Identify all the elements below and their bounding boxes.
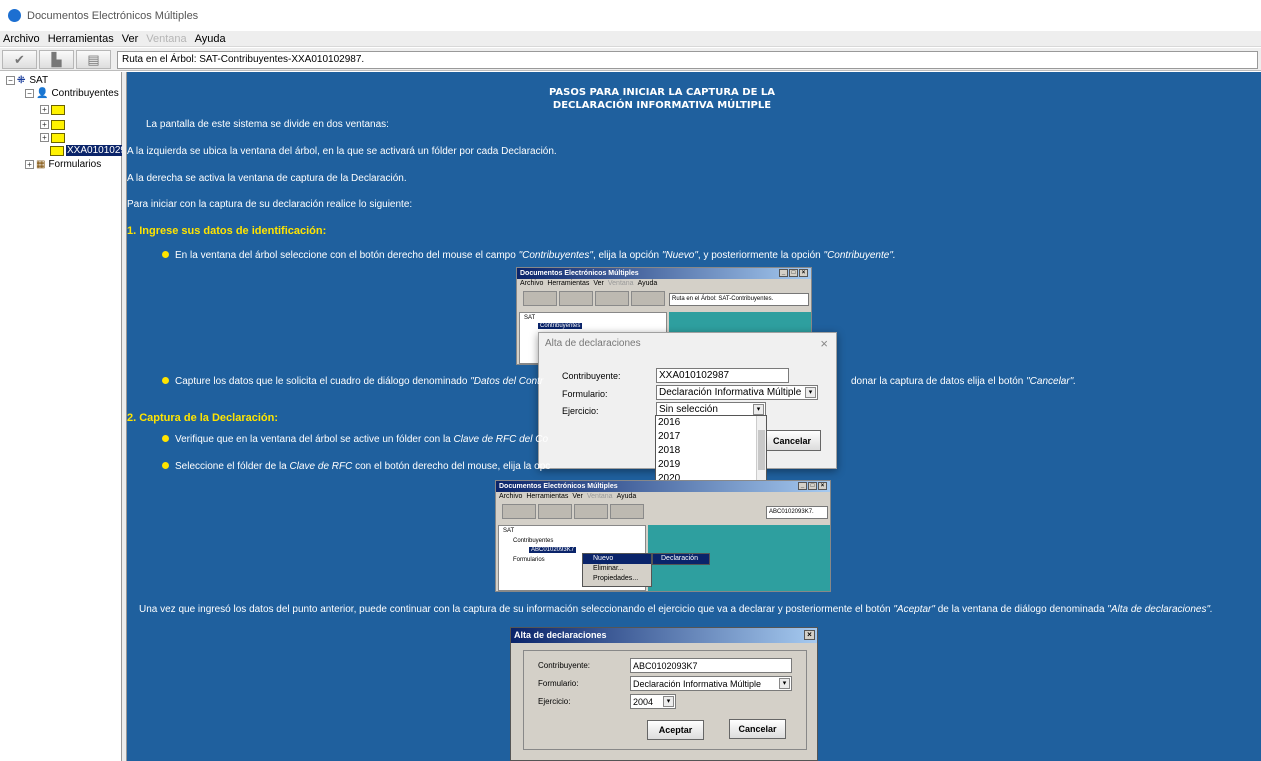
- tree-label-formularios: Formularios: [48, 159, 102, 170]
- formulario-select[interactable]: Declaración Informativa Múltiple ▾: [656, 385, 818, 400]
- year-option[interactable]: 2017: [656, 430, 766, 444]
- mini-path: Ruta en el Árbol: SAT-Contribuyentes.: [669, 293, 809, 306]
- window-titlebar: Documentos Electrónicos Múltiples: [0, 0, 1261, 31]
- mini-menubar: Archivo Herramientas Ver Ventana Ayuda: [496, 492, 830, 502]
- send-button[interactable]: ▤: [76, 50, 111, 69]
- expand-icon[interactable]: +: [40, 120, 49, 129]
- cancel-button[interactable]: Cancelar: [763, 430, 821, 451]
- year-option[interactable]: 2019: [656, 458, 766, 472]
- ejercicio-select: 2004 ▾: [630, 694, 676, 709]
- bullet-icon: [162, 435, 169, 442]
- dialog-titlebar: Alta de declaraciones ×: [511, 628, 817, 643]
- tree-panel[interactable]: − ⁜ SAT − 👤 Contribuyentes + + + XXA0101…: [0, 72, 139, 761]
- chevron-down-icon: ▾: [779, 678, 790, 689]
- tree-node-folder-3[interactable]: +: [40, 131, 67, 144]
- printer-icon: ▙: [51, 51, 62, 67]
- bullet-icon: [162, 251, 169, 258]
- collapse-icon[interactable]: −: [25, 89, 34, 98]
- close-icon: ×: [804, 630, 815, 640]
- year-option[interactable]: 2016: [656, 416, 766, 430]
- tree-node-contribuyentes[interactable]: − 👤 Contribuyentes: [25, 87, 119, 100]
- bullet-1: En la ventana del árbol seleccione con e…: [162, 250, 896, 261]
- chevron-down-icon[interactable]: ▾: [805, 387, 816, 398]
- collapse-icon[interactable]: −: [6, 76, 15, 85]
- window-title: Documentos Electrónicos Múltiples: [27, 9, 199, 22]
- menu-ayuda[interactable]: Ayuda: [195, 33, 226, 45]
- page-title-line2: DECLARACIÓN INFORMATIVA MÚLTIPLE: [552, 100, 772, 111]
- stack-icon: ▤: [87, 51, 100, 67]
- bullet-4: Seleccione el fólder de la Clave de RFC …: [162, 461, 550, 472]
- cancel-button: Cancelar: [729, 719, 786, 739]
- formulario-label: Formulario:: [538, 679, 579, 688]
- contribuyente-label: Contribuyente:: [562, 371, 621, 381]
- forms-icon: ▦: [36, 159, 46, 170]
- tree-node-folder-1[interactable]: +: [40, 103, 67, 116]
- ejercicio-label: Ejercicio:: [562, 406, 599, 416]
- mini-menubar: Archivo Herramientas Ver Ventana Ayuda: [517, 279, 811, 289]
- menu-ver[interactable]: Ver: [122, 33, 139, 45]
- accept-button: Aceptar: [647, 720, 704, 740]
- screenshot-nueva-declaracion: Documentos Electrónicos Múltiples _ □ × Ar…: [495, 480, 831, 592]
- instructions-text: Para iniciar con la captura de su declar…: [127, 199, 413, 210]
- bullet-3: Verifique que en la ventana del árbol se…: [162, 434, 548, 445]
- menu-archivo[interactable]: Archivo: [3, 33, 40, 45]
- open-folder-icon: [50, 145, 64, 156]
- tree-label-sat: SAT: [29, 75, 49, 86]
- right-window-text: A la derecha se activa la ventana de cap…: [127, 173, 407, 184]
- person-icon: 👤: [36, 88, 49, 99]
- bullet-2-continuation: donar la captura de datos elija el botón…: [851, 376, 1077, 387]
- tree-path-field: Ruta en el Árbol: SAT-Contribuyentes-XXA…: [117, 51, 1258, 69]
- check-icon: ✔: [14, 51, 25, 67]
- intro-text: La pantalla de este sistema se divide en…: [146, 119, 389, 130]
- screenshot-alta-declaraciones: Alta de declaraciones × Contribuyente: A…: [510, 627, 818, 761]
- sat-icon: ⁜: [17, 75, 26, 86]
- print-button[interactable]: ▙: [39, 50, 74, 69]
- contribuyente-field: ABC0102093K7: [630, 658, 792, 673]
- tree-label-contribuyentes: Contribuyentes: [51, 88, 119, 99]
- mini-path: ABC0102093K7.: [766, 506, 828, 519]
- year-option[interactable]: 2018: [656, 444, 766, 458]
- page-title-line1: PASOS PARA INICIAR LA CAPTURA DE LA: [549, 87, 775, 98]
- mini-titlebar: Documentos Electrónicos Múltiples _ □ ×: [517, 268, 811, 279]
- chevron-down-icon[interactable]: ▾: [753, 404, 764, 415]
- tree-node-folder-2[interactable]: +: [40, 118, 67, 131]
- mini-toolbar: Ruta en el Árbol: SAT-Contribuyentes.: [517, 289, 811, 309]
- bullet-icon: [162, 377, 169, 384]
- menu-ventana: Ventana: [146, 32, 187, 45]
- mini-context-menu: Nuevo Eliminar... Propiedades...: [582, 553, 652, 587]
- section-2-heading: 2. Captura de la Declaración:: [127, 412, 278, 424]
- bullet-icon: [162, 462, 169, 469]
- tree-node-sat[interactable]: − ⁜ SAT: [6, 74, 48, 87]
- expand-icon[interactable]: +: [25, 160, 34, 169]
- bullet-2: Capture los datos que le solicita el cua…: [162, 376, 543, 387]
- menu-herramientas[interactable]: Herramientas: [48, 33, 114, 45]
- expand-icon[interactable]: +: [40, 105, 49, 114]
- contribuyente-field[interactable]: XXA010102987: [656, 368, 789, 383]
- mini-submenu: Declaración: [652, 553, 710, 565]
- mini-toolbar: ABC0102093K7.: [496, 502, 830, 522]
- menu-bar: Archivo Herramientas Ver Ventana Ayuda: [0, 31, 1261, 47]
- folder-icon: [51, 104, 65, 115]
- page-title: PASOS PARA INICIAR LA CAPTURA DE LA DECL…: [527, 86, 797, 112]
- folder-icon: [51, 119, 65, 130]
- mini-titlebar: Documentos Electrónicos Múltiples _ □ ×: [496, 481, 830, 492]
- section-1-heading: 1. Ingrese sus datos de identificación:: [127, 225, 327, 237]
- expand-icon[interactable]: +: [40, 133, 49, 142]
- formulario-label: Formulario:: [562, 389, 608, 399]
- check-button[interactable]: ✔: [2, 50, 37, 69]
- close-icon[interactable]: ×: [820, 333, 828, 355]
- tree-node-formularios[interactable]: + ▦ Formularios: [25, 158, 101, 171]
- formulario-select: Declaración Informativa Múltiple ▾: [630, 676, 792, 691]
- content-panel: PASOS PARA INICIAR LA CAPTURA DE LA DECL…: [127, 72, 1261, 761]
- contribuyente-label: Contribuyente:: [538, 661, 591, 670]
- left-window-text: A la izquierda se ubica la ventana del á…: [127, 146, 557, 157]
- chevron-down-icon: ▾: [663, 696, 674, 707]
- ejercicio-label: Ejercicio:: [538, 697, 571, 706]
- dialog-titlebar: Alta de declaraciones ×: [539, 333, 836, 355]
- folder-icon: [51, 132, 65, 143]
- final-instruction: Una vez que ingresó los datos del punto …: [139, 604, 1213, 615]
- app-icon: [8, 9, 21, 22]
